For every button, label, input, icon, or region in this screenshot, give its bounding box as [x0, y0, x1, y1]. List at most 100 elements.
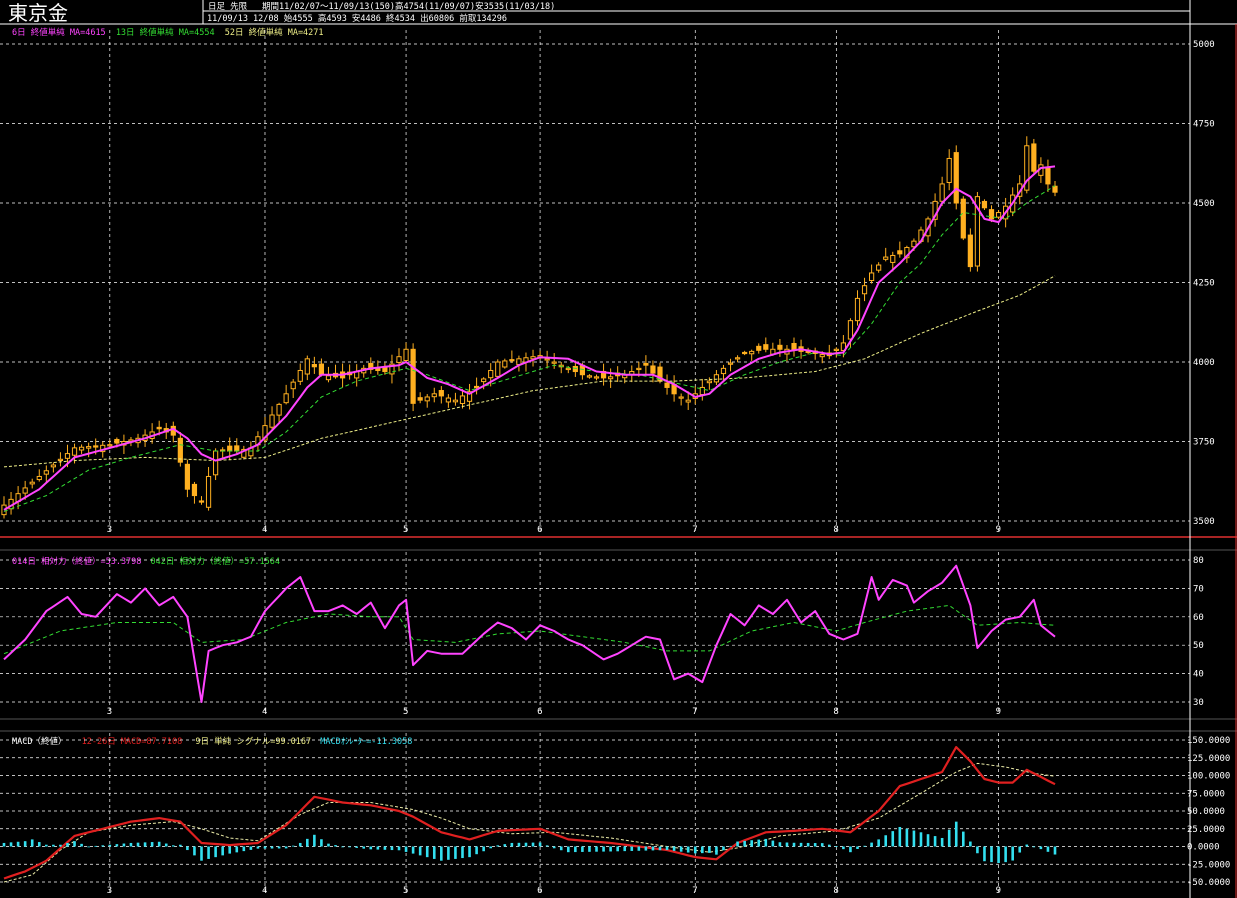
- x-tick-label: 5: [403, 886, 408, 896]
- x-tick-label: 6: [537, 886, 542, 896]
- oscillator-bar: [778, 842, 782, 847]
- candle-body: [283, 393, 289, 404]
- candle-body: [290, 381, 296, 390]
- oscillator-bar: [362, 846, 366, 849]
- oscillator-bar: [468, 846, 471, 858]
- oscillator-bar: [799, 842, 803, 847]
- x-tick-label: 3: [107, 525, 112, 535]
- x-tick-label: 7: [692, 525, 697, 535]
- candle-body: [29, 481, 35, 485]
- candle-body: [756, 345, 762, 351]
- oscillator-bar: [517, 842, 521, 847]
- macd-oscillator-bars: [2, 821, 1057, 864]
- candle-body: [685, 399, 691, 403]
- candle-body: [763, 344, 769, 350]
- oscillator-bar: [574, 846, 577, 853]
- oscillator-bar: [94, 845, 97, 847]
- y-tick-label: 4250: [1193, 279, 1215, 289]
- oscillator-bar: [101, 845, 105, 847]
- candle-body: [939, 183, 945, 202]
- oscillator-bar: [136, 842, 140, 847]
- y-tick-label: 4000: [1193, 358, 1215, 368]
- oscillator-bar: [827, 844, 831, 847]
- macd-line: [3, 745, 1056, 880]
- x-tick-label: 7: [692, 886, 697, 896]
- y-tick-label: 75.0000: [1187, 789, 1225, 799]
- oscillator-bar: [30, 839, 34, 847]
- oscillator-bar: [87, 846, 90, 848]
- oscillator-bar: [651, 846, 655, 851]
- period-info: 期間11/02/07〜11/09/13(150)高4754(11/09/07)安…: [262, 1, 555, 12]
- candle-body: [636, 367, 642, 371]
- candle-body: [883, 256, 889, 260]
- oscillator-bar: [898, 826, 902, 847]
- x-tick-label: 8: [833, 525, 838, 535]
- candle-body: [318, 363, 325, 376]
- oscillator-bar: [1011, 846, 1014, 861]
- oscillator-bar: [806, 842, 810, 847]
- y-tick-label: 125.0000: [1187, 754, 1230, 764]
- oscillator-bar: [313, 834, 316, 847]
- oscillator-bar: [80, 843, 83, 847]
- oscillator-bar: [708, 846, 711, 853]
- candle-body: [720, 367, 727, 375]
- candle-body: [608, 376, 614, 380]
- oscillator-bar: [164, 843, 168, 847]
- y-tick-label: 40: [1193, 670, 1204, 680]
- candle-body: [213, 450, 219, 476]
- oscillator-bar: [835, 846, 838, 847]
- oscillator-bar: [66, 842, 69, 847]
- oscillator-bar: [193, 846, 196, 856]
- oscillator-bar: [186, 846, 189, 851]
- y-tick-label: -25.0000: [1187, 860, 1230, 870]
- oscillator-bar: [623, 846, 627, 852]
- x-tick-label: 4: [262, 886, 267, 896]
- oscillator-bar: [715, 846, 718, 855]
- oscillator-bar: [23, 841, 27, 847]
- oscillator-bar: [242, 846, 246, 852]
- y-tick-label: 3500: [1193, 517, 1215, 527]
- x-tick-label: 8: [833, 886, 838, 896]
- legend-ma6: 6日 終値単純 MA=4615: [12, 27, 106, 38]
- y-tick-label: 150.0000: [1187, 736, 1230, 746]
- candle-body: [227, 445, 233, 452]
- oscillator-bar: [566, 846, 570, 853]
- oscillator-bar: [108, 844, 112, 847]
- candle-body: [205, 475, 212, 508]
- oscillator-bar: [630, 846, 634, 851]
- candle-body: [742, 351, 748, 355]
- y-tick-label: 4750: [1193, 120, 1215, 130]
- oscillator-bar: [693, 846, 697, 854]
- ma6-line: [3, 165, 1056, 511]
- oscillator-bar: [376, 846, 380, 850]
- oscillator-bar: [73, 841, 76, 847]
- legend-oscillator: MACDｵｼﾚｰﾀｰ=-11.3058: [320, 737, 412, 747]
- candle-body: [488, 369, 494, 379]
- candle-body: [650, 365, 656, 374]
- candle-body: [191, 483, 198, 497]
- oscillator-bar: [616, 846, 619, 852]
- oscillator-bar: [524, 842, 528, 847]
- oscillator-bar: [432, 846, 436, 859]
- x-tick-label: 3: [107, 886, 112, 896]
- oscillator-bar: [235, 846, 239, 853]
- candle-body: [876, 264, 882, 271]
- oscillator-bar: [200, 846, 203, 861]
- oscillator-bar: [143, 842, 147, 847]
- candle-body: [417, 397, 423, 401]
- oscillator-bar: [722, 846, 725, 851]
- oscillator-bar: [750, 840, 753, 847]
- y-tick-label: 70: [1193, 584, 1204, 594]
- oscillator-bar: [45, 844, 48, 847]
- oscillator-bar: [348, 846, 351, 848]
- candle-body: [995, 212, 1002, 218]
- oscillator-bar: [1053, 846, 1057, 855]
- candle-body: [890, 254, 896, 263]
- candle-body: [509, 359, 515, 362]
- oscillator-bar: [298, 842, 302, 847]
- oscillator-bar: [489, 846, 493, 849]
- candle-body: [869, 272, 875, 281]
- oscillator-bar: [150, 842, 154, 847]
- oscillator-bar: [785, 842, 789, 847]
- oscillator-bar: [334, 845, 337, 847]
